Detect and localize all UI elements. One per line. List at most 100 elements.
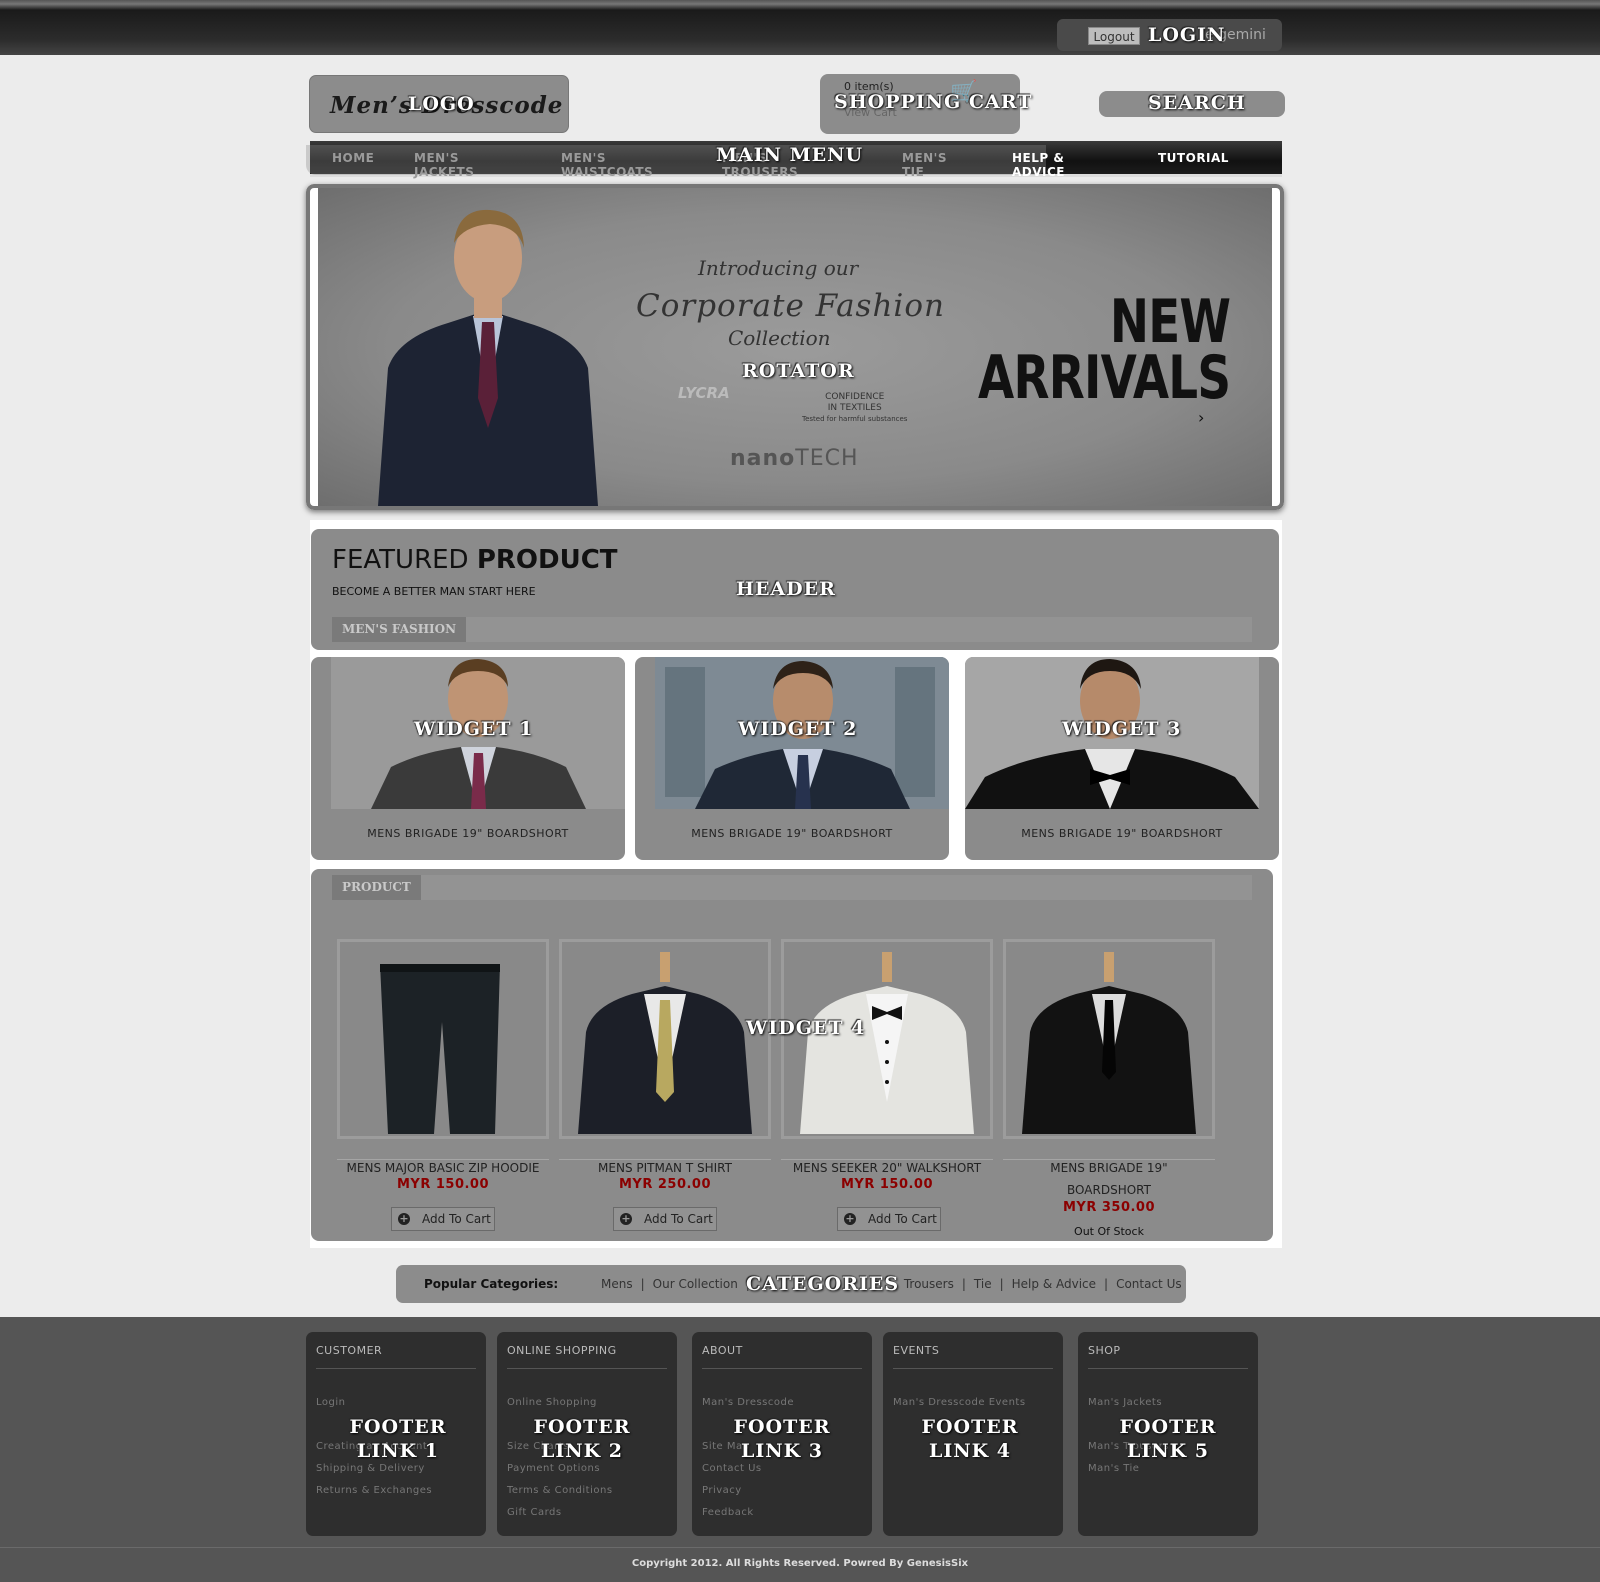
footer-link[interactable]: Terms & Conditions — [507, 1480, 613, 1502]
widget-3-title: MENS BRIGADE 19" BOARDSHORT — [1021, 827, 1223, 840]
product-image-4[interactable] — [1003, 939, 1215, 1139]
footer-link[interactable]: Man's Dresscode Events — [893, 1392, 1026, 1414]
arrivals-text: ARRIVALS — [978, 343, 1231, 413]
main-menu-label: MAIN MENU — [716, 144, 864, 166]
confidence-line2: IN TEXTILES — [827, 403, 882, 413]
plus-icon: + — [398, 1212, 410, 1225]
featured-title-bold: PRODUCT — [476, 545, 618, 575]
header-label: HEADER — [736, 578, 836, 600]
widget-2-label: WIDGET 2 — [738, 718, 858, 740]
new-arrivals: NEW ARRIVALS — [978, 287, 1231, 413]
add-to-cart-button-2[interactable]: + Add To Cart — [613, 1207, 717, 1231]
category-link-trousers[interactable]: Trousers — [904, 1277, 954, 1291]
widget-2-title: MENS BRIGADE 19" BOARDSHORT — [691, 827, 893, 840]
menu-item-jackets[interactable]: MEN'S JACKETS — [414, 151, 474, 179]
category-link-collection[interactable]: Our Collection — [653, 1277, 738, 1291]
footer-heading-about: ABOUT — [702, 1344, 743, 1357]
featured-title-light: FEATURED — [332, 545, 477, 575]
category-link-help[interactable]: Help & Advice — [1012, 1277, 1096, 1291]
add-to-cart-button-1[interactable]: + Add To Cart — [391, 1207, 495, 1231]
plus-icon: + — [844, 1212, 856, 1225]
add-to-cart-label-3: Add To Cart — [868, 1212, 937, 1226]
tech-text: TECH — [795, 446, 859, 471]
footer-divider — [893, 1368, 1053, 1369]
add-to-cart-label-2: Add To Cart — [644, 1212, 713, 1226]
white-tuxedo-image — [800, 952, 974, 1134]
footer-divider — [1088, 1368, 1248, 1369]
category-link-mens[interactable]: Mens — [601, 1277, 633, 1291]
nano-text: nano — [730, 446, 796, 471]
product-tab-bar: PRODUCT — [332, 875, 1252, 900]
widget-2[interactable]: MENS BRIGADE 19" BOARDSHORT — [635, 657, 949, 860]
product-name-4b[interactable]: BOARDSHORT — [1003, 1179, 1215, 1201]
product-name-3[interactable]: MENS SEEKER 20" WALKSHORT — [781, 1157, 993, 1179]
product-price-4: MYR 350.00 — [1062, 1200, 1156, 1215]
black-suit-image — [1022, 952, 1196, 1134]
footer-link-2-label: FOOTER LINK 2 — [533, 1416, 631, 1462]
widget-3[interactable]: MENS BRIGADE 19" BOARDSHORT — [965, 657, 1279, 860]
search-label: SEARCH — [1148, 92, 1246, 114]
categories-label: CATEGORIES — [746, 1273, 900, 1295]
footer-link[interactable]: Returns & Exchanges — [316, 1480, 432, 1502]
footer-link[interactable]: Man's Jackets — [1088, 1392, 1169, 1414]
menu-item-help[interactable]: HELP & ADVICE — [1012, 151, 1065, 179]
lycra-logo: LYCRA — [678, 384, 730, 402]
logout-button[interactable]: Logout — [1088, 27, 1140, 45]
widget-1-title: MENS BRIGADE 19" BOARDSHORT — [367, 827, 569, 840]
product-section: PRODUCT MENS MAJOR BASIC ZIP HOODIE MYR … — [311, 869, 1273, 1241]
product-image-3[interactable] — [781, 939, 993, 1139]
footer-link[interactable]: Login — [316, 1392, 432, 1414]
widget-4-label: WIDGET 4 — [746, 1017, 866, 1039]
featured-title: FEATURED PRODUCT — [332, 545, 618, 575]
product-price-1: MYR 150.00 — [396, 1177, 490, 1192]
footer-heading-events: EVENTS — [893, 1344, 940, 1357]
rotator[interactable]: Introducing our Corporate Fashion Collec… — [306, 184, 1284, 510]
product-price-3: MYR 150.00 — [840, 1177, 934, 1192]
confidence-line1: CONFIDENCE — [825, 392, 885, 402]
copyright: Copyright 2012. All Rights Reserved. Pow… — [0, 1547, 1600, 1569]
confidence-line3: Tested for harmful substances — [802, 415, 908, 423]
add-to-cart-button-3[interactable]: + Add To Cart — [837, 1207, 941, 1231]
separator: | — [640, 1277, 645, 1291]
menu-item-tutorial[interactable]: TUTORIAL — [1158, 151, 1229, 165]
separator: | — [1104, 1277, 1109, 1291]
product-image-2[interactable] — [559, 939, 771, 1139]
footer-heading-shop: SHOP — [1088, 1344, 1121, 1357]
rotator-label: ROTATOR — [742, 360, 855, 382]
intro-line2: Corporate Fashion — [636, 288, 945, 324]
footer-link[interactable]: Gift Cards — [507, 1502, 613, 1524]
next-arrow-icon[interactable]: › — [1198, 408, 1204, 427]
product-price-2: MYR 250.00 — [618, 1177, 712, 1192]
tab-product[interactable]: PRODUCT — [332, 875, 421, 900]
add-to-cart-label-1: Add To Cart — [422, 1212, 491, 1226]
plus-icon: + — [620, 1212, 632, 1225]
new-text: NEW — [1109, 287, 1231, 357]
product-image-1[interactable] — [337, 939, 549, 1139]
menu-item-home[interactable]: HOME — [332, 151, 374, 165]
footer-link[interactable]: Privacy — [702, 1480, 794, 1502]
tab-mens-fashion[interactable]: MEN'S FASHION — [332, 617, 467, 642]
footer-link[interactable]: Feedback — [702, 1502, 794, 1524]
model-image — [378, 209, 598, 506]
product-name-4[interactable]: MENS BRIGADE 19" — [1003, 1157, 1215, 1179]
rotator-slide: Introducing our Corporate Fashion Collec… — [318, 188, 1272, 506]
footer-divider — [316, 1368, 476, 1369]
menu-item-tie[interactable]: MEN'S TIE — [902, 151, 947, 179]
footer-link-5-label: FOOTER LINK 5 — [1119, 1416, 1217, 1462]
footer-link-3-label: FOOTER LINK 3 — [733, 1416, 831, 1462]
product-name-2[interactable]: MENS PITMAN T SHIRT — [559, 1157, 771, 1179]
widget-1-label: WIDGET 1 — [414, 718, 534, 740]
product-name-1[interactable]: MENS MAJOR BASIC ZIP HOODIE — [337, 1157, 549, 1179]
footer-heading-customer: CUSTOMER — [316, 1344, 383, 1357]
intro-line3: Collection — [728, 326, 831, 350]
footer-link[interactable]: Man's Dresscode — [702, 1392, 794, 1414]
footer-divider — [702, 1368, 862, 1369]
category-link-contact[interactable]: Contact Us — [1116, 1277, 1182, 1291]
fashion-tab-bar: MEN'S FASHION — [332, 617, 1252, 642]
intro-line1: Introducing our — [698, 256, 859, 280]
widget-1[interactable]: MENS BRIGADE 19" BOARDSHORT — [311, 657, 625, 860]
footer-link-1-label: FOOTER LINK 1 — [349, 1416, 447, 1462]
footer-link[interactable]: Online Shopping — [507, 1392, 613, 1414]
category-link-tie[interactable]: Tie — [974, 1277, 992, 1291]
menu-item-waistcoats[interactable]: MEN'S WAISTCOATS — [561, 151, 653, 179]
